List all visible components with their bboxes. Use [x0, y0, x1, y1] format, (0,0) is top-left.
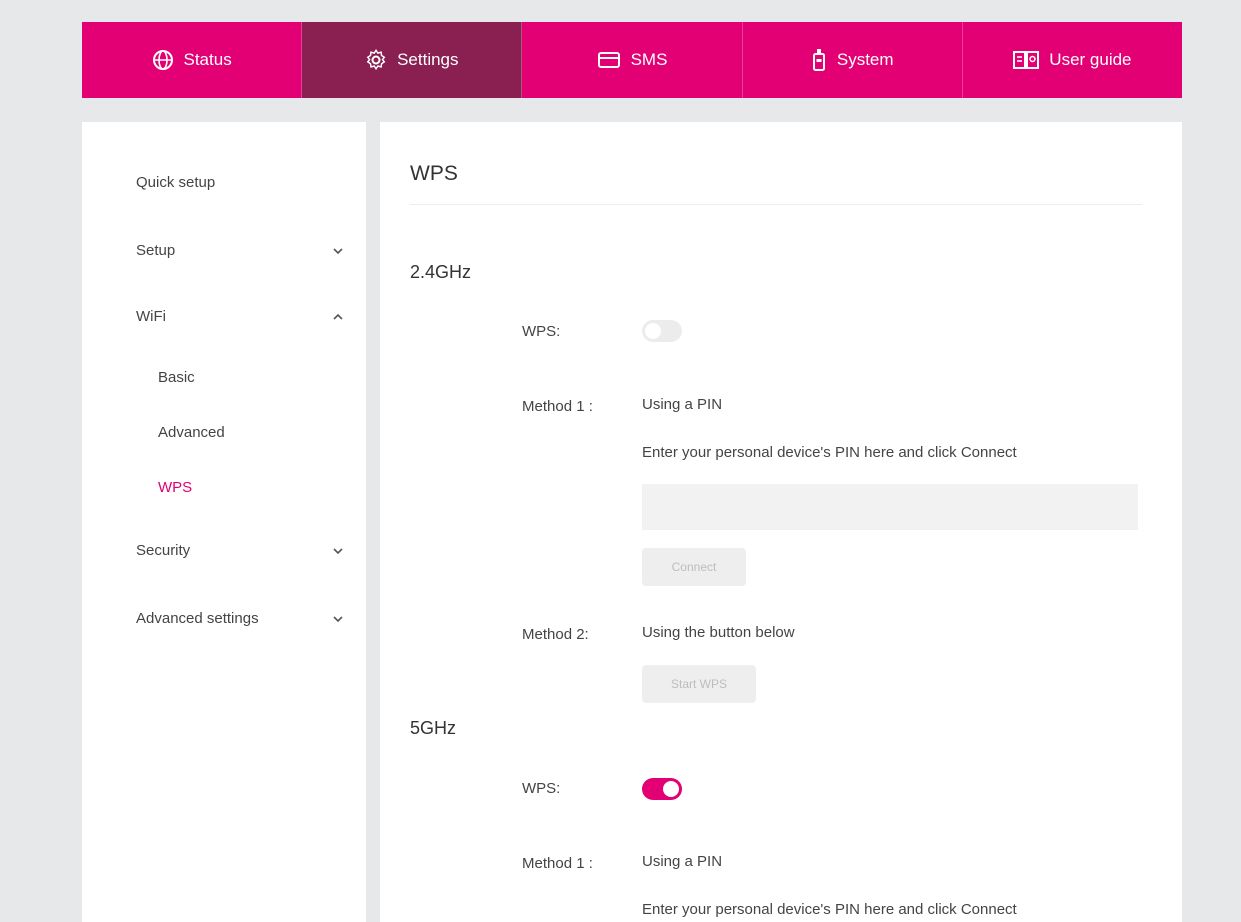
sidebar-item-setup[interactable]: Setup [136, 242, 346, 259]
chevron-down-icon [330, 611, 346, 627]
chevron-down-icon [330, 543, 346, 559]
tab-settings[interactable]: Settings [302, 22, 523, 98]
method2-label: Method 2: [522, 626, 589, 643]
toggle-knob [645, 323, 661, 339]
main-panel: WPS 2.4GHz WPS: Method 1 : Using a PIN E… [380, 122, 1182, 922]
top-navigation: Status Settings SMS System User guide [82, 22, 1182, 98]
pin-hint: Enter your personal device's PIN here an… [642, 444, 1017, 461]
wps-toggle-2-4ghz[interactable] [642, 320, 682, 342]
pin-hint: Enter your personal device's PIN here an… [642, 901, 1017, 918]
start-wps-button-2-4ghz[interactable]: Start WPS [642, 665, 756, 703]
tab-user-guide-label: User guide [1049, 50, 1132, 69]
tab-system-label: System [836, 50, 894, 69]
tab-status[interactable]: Status [82, 22, 303, 98]
method1-value: Using a PIN [642, 396, 723, 413]
sidebar-item-label: Quick setup [136, 174, 216, 191]
sidebar: Quick setup Setup WiFi Basic Advanced WP… [82, 122, 366, 922]
method1-value: Using a PIN [642, 853, 723, 870]
method1-label: Method 1 : [522, 398, 593, 415]
chevron-down-icon [330, 243, 346, 259]
sidebar-item-security[interactable]: Security [136, 542, 346, 559]
tab-system[interactable]: System [743, 22, 963, 98]
wps-toggle-5ghz[interactable] [642, 778, 682, 800]
device-icon [811, 48, 827, 72]
sidebar-item-advanced-settings[interactable]: Advanced settings [136, 610, 346, 627]
tab-sms-label: SMS [630, 50, 668, 69]
sidebar-item-quick-setup[interactable]: Quick setup [136, 174, 346, 191]
sidebar-item-advanced[interactable]: Advanced [158, 424, 225, 441]
toggle-knob [663, 781, 679, 797]
sidebar-item-label: Advanced settings [136, 610, 259, 627]
title-divider [410, 204, 1142, 205]
tab-settings-label: Settings [397, 50, 459, 69]
mail-icon [597, 50, 621, 70]
sidebar-item-wifi[interactable]: WiFi [136, 308, 346, 325]
chevron-up-icon [330, 309, 346, 325]
tab-user-guide[interactable]: User guide [963, 22, 1182, 98]
pin-input-2-4ghz[interactable] [642, 484, 1138, 530]
connect-button-2-4ghz[interactable]: Connect [642, 548, 746, 586]
sidebar-item-wps[interactable]: WPS [158, 479, 192, 496]
sidebar-item-label: Security [136, 542, 191, 559]
page-title: WPS [410, 162, 458, 185]
band-title-2-4ghz: 2.4GHz [410, 262, 472, 282]
book-icon [1013, 50, 1040, 70]
sidebar-item-label: Setup [136, 242, 176, 259]
method1-label: Method 1 : [522, 855, 593, 872]
sidebar-item-label: WiFi [136, 308, 166, 325]
sidebar-item-basic[interactable]: Basic [158, 369, 195, 386]
wps-label: WPS: [522, 780, 561, 797]
globe-icon [152, 49, 174, 71]
band-title-5ghz: 5GHz [410, 718, 457, 738]
gear-icon [365, 49, 387, 71]
wps-label: WPS: [522, 323, 561, 340]
tab-sms[interactable]: SMS [522, 22, 743, 98]
method2-value: Using the button below [642, 624, 795, 641]
tab-status-label: Status [183, 50, 232, 69]
